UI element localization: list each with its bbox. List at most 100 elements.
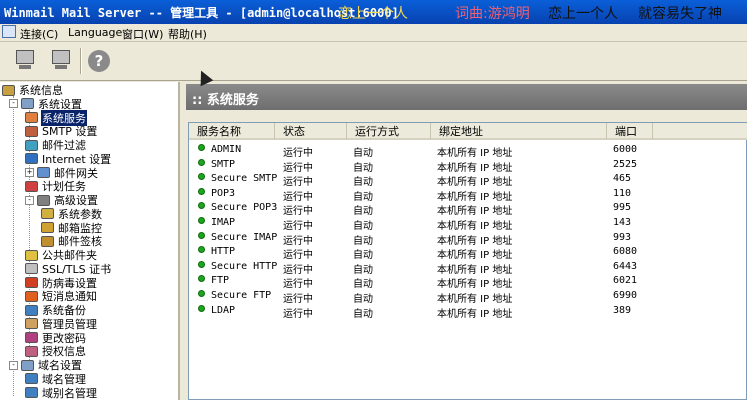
main-panel: :: 系统服务 服务名称 状态 运行方式 绑定地址 端口 ADMIN 运行中 自动本… bbox=[184, 82, 747, 400]
run-mode-cell: 自动 bbox=[353, 308, 373, 320]
toolbar-separator bbox=[80, 48, 82, 74]
service-name-cell: SMTP bbox=[211, 158, 236, 170]
column-header-run-mode[interactable]: 运行方式 bbox=[347, 123, 431, 140]
tree-item-label: 域别名管理 bbox=[42, 386, 97, 400]
connect-button[interactable] bbox=[10, 46, 40, 76]
domain-alias-icon bbox=[25, 387, 38, 398]
table-row[interactable]: HTTP 运行中 自动 本机所有 IP 地址 6080 bbox=[189, 245, 747, 261]
status-running-icon bbox=[198, 260, 205, 268]
domain-icon bbox=[25, 373, 38, 385]
password-icon bbox=[25, 332, 38, 343]
folder-icon bbox=[25, 249, 38, 261]
service-name-cell: Secure HTTP bbox=[211, 260, 278, 272]
smtp-icon bbox=[25, 125, 38, 137]
table-row[interactable]: LDAP 运行中 自动 本机所有 IP 地址 389 bbox=[189, 304, 747, 320]
status-running-icon bbox=[198, 173, 205, 181]
certificate-icon bbox=[25, 263, 38, 275]
status-running-icon bbox=[198, 304, 205, 312]
bind-address-cell: 本机所有 IP 地址 bbox=[437, 308, 513, 320]
app-icon[interactable] bbox=[2, 25, 16, 38]
services-table[interactable]: 服务名称 状态 运行方式 绑定地址 端口 ADMIN 运行中 自动 本机所有 IP 地… bbox=[188, 122, 747, 400]
service-name-cell: HTTP bbox=[211, 246, 236, 258]
port-cell: 143 bbox=[613, 217, 632, 228]
column-header-status[interactable]: 状态 bbox=[275, 123, 347, 140]
params-icon bbox=[41, 208, 54, 220]
menu-help[interactable]: 帮助(H) bbox=[168, 26, 207, 42]
lyric-overlay-4: 就容易失了神 bbox=[638, 6, 722, 22]
tree-guide-line bbox=[13, 96, 14, 396]
column-header-bind-address[interactable]: 绑定地址 bbox=[431, 123, 607, 140]
column-header-service-name[interactable]: 服务名称 bbox=[189, 123, 275, 140]
service-name-cell: ADMIN bbox=[211, 144, 242, 155]
status-cell: 运行中 bbox=[283, 308, 313, 320]
status-running-icon bbox=[198, 144, 205, 151]
lyric-overlay-1: 恋上一个人 bbox=[338, 6, 408, 22]
server-icon bbox=[2, 84, 15, 96]
port-cell: 6443 bbox=[613, 260, 638, 272]
services-icon bbox=[25, 112, 38, 123]
table-row[interactable]: IMAP 运行中 自动 本机所有 IP 地址 143 bbox=[189, 216, 747, 232]
status-running-icon bbox=[198, 275, 205, 283]
port-cell: 2525 bbox=[613, 158, 638, 170]
table-header: 服务名称 状态 运行方式 绑定地址 端口 bbox=[189, 123, 747, 141]
service-name-cell: FTP bbox=[211, 275, 230, 287]
menu-bar: 连接(C) Language 窗口(W) 帮助(H) bbox=[0, 24, 747, 42]
lyric-overlay-2: 词曲:游鸿明 bbox=[455, 6, 530, 22]
column-header-filler bbox=[653, 123, 747, 140]
port-cell: 6000 bbox=[613, 144, 638, 155]
port-cell: 6990 bbox=[613, 290, 638, 301]
panel-title: :: 系统服务 bbox=[192, 93, 259, 108]
table-row[interactable]: ADMIN 运行中 自动 本机所有 IP 地址 6000 bbox=[189, 143, 747, 159]
navigation-tree[interactable]: 系统信息 - 系统设置 系统服务 SMTP 设置 邮件过滤 Internet 设置 + 邮件网关… bbox=[0, 82, 180, 400]
port-cell: 6080 bbox=[613, 246, 638, 258]
expand-icon[interactable]: + bbox=[25, 168, 34, 177]
title-bar[interactable]: Winmail Mail Server -- 管理工具 - [admin@loc… bbox=[0, 0, 747, 24]
table-row[interactable]: Secure IMAP 运行中 自动 本机所有 IP 地址 993 bbox=[189, 231, 747, 247]
table-row[interactable]: SMTP 运行中 自动 本机所有 IP 地址 2525 bbox=[189, 158, 747, 174]
advanced-icon bbox=[37, 194, 50, 206]
status-running-icon bbox=[198, 290, 205, 297]
schedule-icon bbox=[25, 180, 38, 192]
port-cell: 110 bbox=[613, 187, 632, 199]
collapse-icon[interactable]: - bbox=[25, 195, 34, 205]
status-running-icon bbox=[198, 187, 205, 195]
menu-language[interactable]: Language bbox=[68, 26, 122, 39]
status-running-icon bbox=[198, 231, 205, 239]
toolbar: ? bbox=[0, 42, 747, 81]
collapse-icon[interactable]: - bbox=[9, 99, 18, 109]
service-name-cell: POP3 bbox=[211, 187, 236, 199]
tree-item[interactable]: 域别名管理 bbox=[25, 386, 98, 400]
service-name-cell: Secure POP3 bbox=[211, 202, 278, 214]
service-name-cell: LDAP bbox=[211, 304, 236, 316]
collapse-icon[interactable]: - bbox=[9, 360, 18, 370]
table-row[interactable]: Secure POP3 运行中 自动 本机所有 IP 地址 995 bbox=[189, 201, 747, 217]
domain-settings-icon bbox=[21, 359, 34, 371]
globe-icon bbox=[25, 153, 38, 165]
license-icon bbox=[25, 345, 38, 357]
table-row[interactable]: Secure HTTP 运行中 自动 本机所有 IP 地址 6443 bbox=[189, 260, 747, 276]
port-cell: 993 bbox=[613, 231, 632, 243]
monitor-icon bbox=[41, 222, 54, 233]
service-name-cell: Secure IMAP bbox=[211, 231, 278, 243]
gateway-icon bbox=[37, 167, 50, 178]
column-header-port[interactable]: 端口 bbox=[607, 123, 653, 140]
status-running-icon bbox=[198, 217, 205, 224]
approve-icon bbox=[41, 235, 54, 247]
table-row[interactable]: Secure FTP 运行中 自动 本机所有 IP 地址 6990 bbox=[189, 289, 747, 305]
menu-window[interactable]: 窗口(W) bbox=[122, 26, 163, 42]
port-cell: 6021 bbox=[613, 275, 638, 287]
table-row[interactable]: FTP 运行中 自动 本机所有 IP 地址 6021 bbox=[189, 274, 747, 290]
service-name-cell: Secure FTP bbox=[211, 290, 272, 301]
filter-icon bbox=[25, 139, 38, 151]
help-button[interactable]: ? bbox=[84, 46, 114, 76]
status-running-icon bbox=[198, 158, 205, 166]
status-running-icon bbox=[198, 202, 205, 210]
service-name-cell: IMAP bbox=[211, 217, 236, 228]
service-name-cell: Secure SMTP bbox=[211, 173, 278, 185]
disconnect-button[interactable] bbox=[46, 46, 76, 76]
port-cell: 995 bbox=[613, 202, 632, 214]
table-row[interactable]: Secure SMTP 运行中 自动 本机所有 IP 地址 465 bbox=[189, 172, 747, 188]
menu-connect[interactable]: 连接(C) bbox=[20, 26, 58, 42]
port-cell: 465 bbox=[613, 173, 632, 185]
table-row[interactable]: POP3 运行中 自动 本机所有 IP 地址 110 bbox=[189, 187, 747, 203]
